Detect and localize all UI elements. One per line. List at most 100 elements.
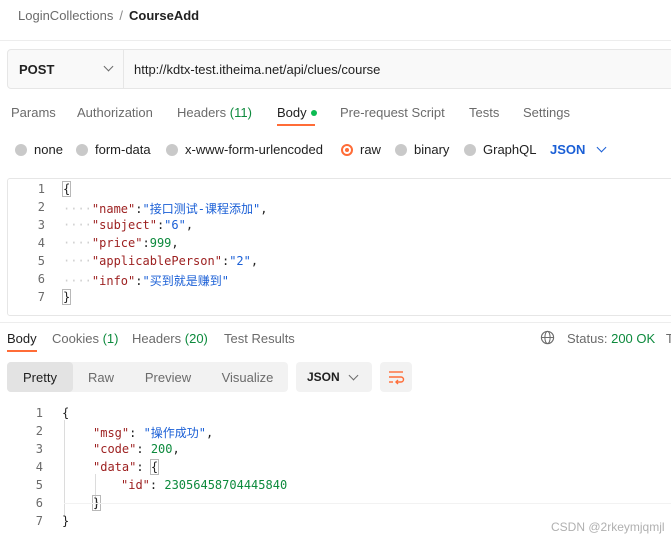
response-tab-headers-count: (20) xyxy=(184,331,208,346)
json-close-brace: } xyxy=(61,289,72,305)
tab-headers-count: (11) xyxy=(229,105,252,120)
json-key: "info" xyxy=(91,274,136,288)
json-open-brace: { xyxy=(61,181,72,197)
body-type-graphql-label: GraphQL xyxy=(483,142,537,157)
response-tab-body[interactable]: Body xyxy=(7,331,37,346)
code-line: "msg": "操作成功", xyxy=(93,426,214,440)
json-close-brace: } xyxy=(62,514,70,528)
line-number: 2 xyxy=(37,200,45,214)
radio-selected-icon xyxy=(341,143,353,156)
line-number: 2 xyxy=(35,424,43,438)
indent-whitespace: ···· xyxy=(63,236,92,250)
json-key: "applicablePerson" xyxy=(91,254,222,268)
chevron-down-icon xyxy=(596,142,607,153)
json-string-value: "买到就是赚到" xyxy=(142,274,229,288)
tab-tests[interactable]: Tests xyxy=(469,105,499,120)
status-label: Status: xyxy=(567,331,608,346)
chevron-down-icon xyxy=(348,370,359,381)
body-indicator-dot-icon xyxy=(310,109,317,116)
response-tab-test-results[interactable]: Test Results xyxy=(224,331,295,346)
view-raw-button[interactable]: Raw xyxy=(73,362,129,392)
body-type-none-label: none xyxy=(34,142,63,157)
code-line: { xyxy=(62,406,69,420)
globe-icon[interactable] xyxy=(540,330,555,345)
tab-body[interactable]: Body xyxy=(277,105,317,120)
response-tab-headers-label: Headers xyxy=(132,331,182,346)
raw-format-label: JSON xyxy=(550,142,586,157)
request-body-editor[interactable]: 1 2 3 4 5 6 7 { ····"name":"接口测试-课程添加", … xyxy=(7,178,671,316)
code-line: "code": 200, xyxy=(93,442,180,456)
body-type-graphql-radio[interactable]: GraphQL xyxy=(464,142,536,157)
view-preview-button[interactable]: Preview xyxy=(133,362,203,392)
body-type-urlencoded-radio[interactable]: x-www-form-urlencoded xyxy=(166,142,323,157)
tab-authorization[interactable]: Authorization xyxy=(77,105,153,120)
indent-whitespace: ···· xyxy=(63,202,92,216)
line-number: 3 xyxy=(37,218,45,232)
body-type-raw-radio[interactable]: raw xyxy=(341,142,381,157)
method-select[interactable]: POST xyxy=(8,50,124,88)
line-number: 7 xyxy=(37,290,45,304)
tab-headers-label: Headers xyxy=(177,105,227,120)
code-line: ····"applicablePerson":"2", xyxy=(63,254,259,268)
body-type-urlencoded-label: x-www-form-urlencoded xyxy=(185,142,323,157)
body-type-form-data-label: form-data xyxy=(95,142,151,157)
tab-prerequest-script[interactable]: Pre-request Script xyxy=(340,105,445,120)
json-key: "subject" xyxy=(91,218,157,232)
json-string-value: "操作成功" xyxy=(143,426,207,440)
tab-headers[interactable]: Headers (11) xyxy=(177,105,252,120)
code-line: "id": 23056458704445840 xyxy=(121,478,288,492)
wrap-lines-icon xyxy=(389,371,405,385)
breadcrumb: LoginCollections / CourseAdd xyxy=(18,8,199,23)
line-number: 1 xyxy=(37,182,45,196)
code-line: ····"subject":"6", xyxy=(63,218,194,232)
line-number: 3 xyxy=(35,442,43,456)
response-format-select[interactable]: JSON xyxy=(296,362,372,392)
code-line: ····"name":"接口测试-课程添加", xyxy=(63,202,268,216)
body-type-none-radio[interactable]: none xyxy=(15,142,63,157)
wrap-lines-button[interactable] xyxy=(380,362,412,392)
body-type-binary-label: binary xyxy=(414,142,450,157)
method-label: POST xyxy=(19,61,55,77)
radio-off-icon xyxy=(76,143,88,156)
json-key: "code" xyxy=(93,442,137,456)
json-key: "price" xyxy=(91,236,143,250)
current-line-highlight xyxy=(64,503,671,504)
tab-params[interactable]: Params xyxy=(11,105,56,120)
breadcrumb-request-name[interactable]: CourseAdd xyxy=(129,8,199,23)
response-tab-headers[interactable]: Headers (20) xyxy=(132,331,208,346)
tab-body-label: Body xyxy=(277,105,307,120)
chevron-down-icon xyxy=(103,61,114,72)
body-type-binary-radio[interactable]: binary xyxy=(395,142,449,157)
radio-off-icon xyxy=(395,143,407,156)
response-tab-cookies[interactable]: Cookies (1) xyxy=(52,331,118,346)
indent-whitespace: ···· xyxy=(63,274,92,288)
code-line: ····"info":"买到就是赚到" xyxy=(63,274,229,288)
code-line: } xyxy=(61,289,72,305)
breadcrumb-collection-link[interactable]: LoginCollections xyxy=(18,8,113,23)
watermark: CSDN @2rkeymjqmjl xyxy=(551,520,665,534)
view-pretty-button[interactable]: Pretty xyxy=(7,362,73,392)
radio-off-icon xyxy=(166,143,178,156)
line-number: 1 xyxy=(35,406,43,420)
code-line: { xyxy=(61,181,72,197)
tab-settings[interactable]: Settings xyxy=(523,105,570,120)
indent-whitespace: ···· xyxy=(63,254,92,268)
request-url-bar: POST http://kdtx-test.itheima.net/api/cl… xyxy=(7,49,671,89)
json-number-value: 200 xyxy=(150,442,173,456)
view-visualize-button[interactable]: Visualize xyxy=(207,362,288,392)
url-input[interactable]: http://kdtx-test.itheima.net/api/clues/c… xyxy=(124,50,380,88)
status-value[interactable]: 200 OK xyxy=(611,331,655,346)
raw-format-select[interactable]: JSON xyxy=(550,142,607,157)
json-number-value: 999 xyxy=(149,236,172,250)
json-string-value: "接口测试-课程添加" xyxy=(142,202,261,216)
json-open-brace: { xyxy=(149,459,160,475)
response-tab-cookies-count: (1) xyxy=(102,331,119,346)
json-number-value: 23056458704445840 xyxy=(164,478,288,492)
body-type-form-data-radio[interactable]: form-data xyxy=(76,142,151,157)
breadcrumb-separator: / xyxy=(119,8,124,23)
line-number: 6 xyxy=(37,272,45,286)
line-number: 4 xyxy=(35,460,43,474)
json-open-brace: { xyxy=(62,406,70,420)
code-line: } xyxy=(62,514,69,528)
line-number: 4 xyxy=(37,236,45,250)
